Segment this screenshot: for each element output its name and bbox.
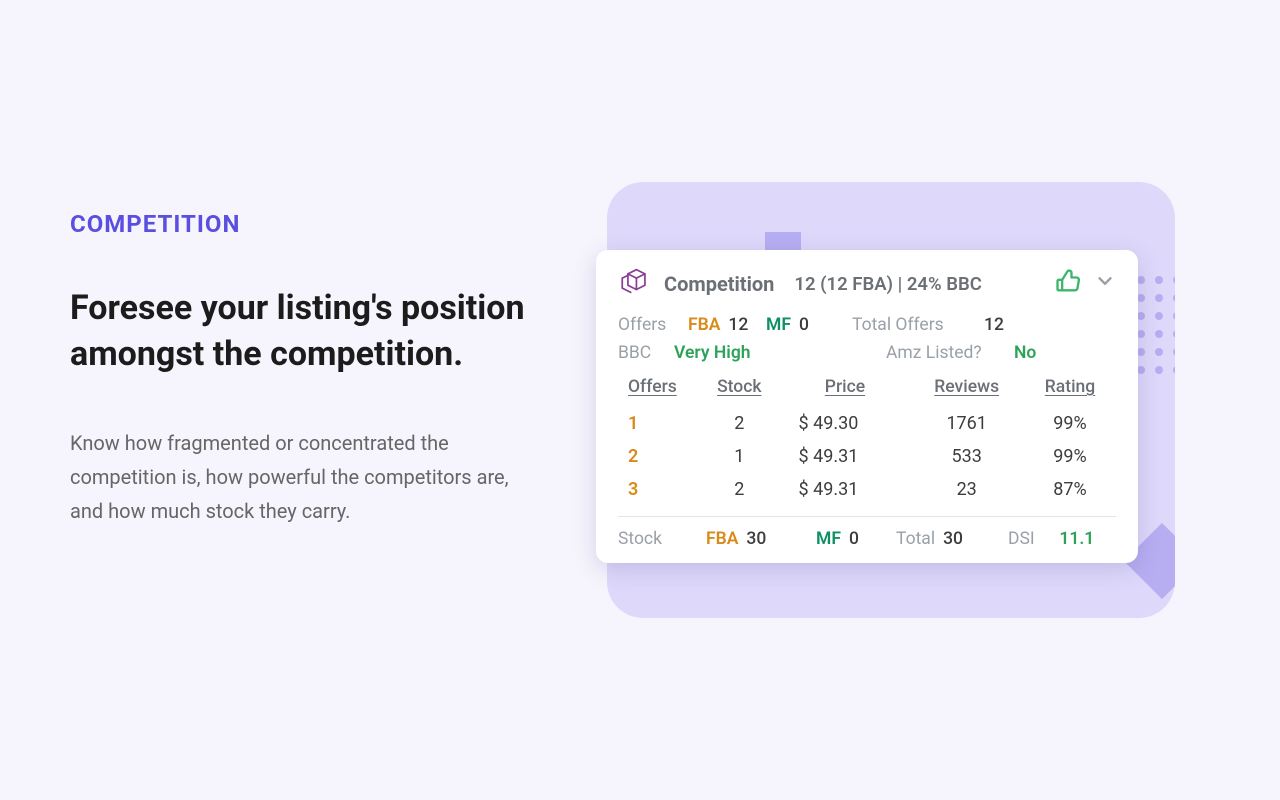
foot-fba-label: FBA bbox=[706, 529, 738, 549]
foot-dsi-value: 11.1 bbox=[1059, 529, 1094, 549]
offers-label: Offers bbox=[618, 315, 666, 335]
table-row: 1 2 $ 49.30 1761 99% bbox=[618, 407, 1116, 440]
total-offers-label: Total Offers bbox=[852, 315, 944, 335]
thumbs-up-icon[interactable] bbox=[1054, 267, 1082, 300]
col-offers[interactable]: Offers bbox=[618, 371, 698, 407]
cell-offer: 2 bbox=[618, 440, 698, 473]
card-summary: 12 (12 FBA) | 24% BBC bbox=[794, 273, 981, 295]
foot-dsi-label: DSI bbox=[1008, 529, 1035, 549]
cell-rating: 99% bbox=[1024, 407, 1116, 440]
foot-mf-label: MF bbox=[816, 529, 841, 549]
foot-fba-value: 30 bbox=[746, 529, 766, 549]
col-rating[interactable]: Rating bbox=[1024, 371, 1116, 407]
cell-rating: 99% bbox=[1024, 440, 1116, 473]
cell-price: $ 49.31 bbox=[781, 473, 910, 506]
cell-reviews: 533 bbox=[909, 440, 1024, 473]
marketing-copy: COMPETITION Foresee your listing's posit… bbox=[70, 210, 530, 528]
offers-table: Offers Stock Price Reviews Rating 1 2 $ … bbox=[618, 371, 1116, 506]
foot-total-value: 30 bbox=[943, 529, 963, 549]
cell-stock: 1 bbox=[698, 440, 781, 473]
chevron-down-icon[interactable] bbox=[1094, 270, 1116, 297]
card-footer: Stock FBA 30 MF 0 Total 30 DSI 11.1 bbox=[618, 516, 1116, 549]
total-offers-value: 12 bbox=[984, 315, 1004, 335]
bbc-label: BBC bbox=[618, 343, 651, 363]
card-title: Competition bbox=[664, 272, 774, 296]
bbc-value: Very High bbox=[674, 343, 751, 363]
foot-total-label: Total bbox=[896, 529, 935, 549]
foot-stock-label: Stock bbox=[618, 529, 662, 549]
offers-summary-row: Offers FBA 12 MF 0 Total Offers 12 bbox=[618, 315, 1116, 335]
section-headline: Foresee your listing's position amongst … bbox=[70, 286, 530, 378]
cell-price: $ 49.31 bbox=[781, 440, 910, 473]
section-body: Know how fragmented or concentrated the … bbox=[70, 426, 530, 528]
cell-reviews: 1761 bbox=[909, 407, 1024, 440]
foot-mf-value: 0 bbox=[849, 529, 859, 549]
col-price[interactable]: Price bbox=[781, 371, 910, 407]
mf-value: 0 bbox=[799, 315, 809, 335]
col-stock[interactable]: Stock bbox=[698, 371, 781, 407]
fba-label: FBA bbox=[688, 315, 720, 335]
table-row: 2 1 $ 49.31 533 99% bbox=[618, 440, 1116, 473]
fba-value: 12 bbox=[728, 315, 748, 335]
cell-offer: 1 bbox=[618, 407, 698, 440]
cell-offer: 3 bbox=[618, 473, 698, 506]
section-eyebrow: COMPETITION bbox=[70, 210, 530, 238]
cell-reviews: 23 bbox=[909, 473, 1024, 506]
mf-label: MF bbox=[766, 315, 791, 335]
table-header-row: Offers Stock Price Reviews Rating bbox=[618, 371, 1116, 407]
box-icon bbox=[618, 266, 652, 301]
amz-listed-label: Amz Listed? bbox=[886, 343, 982, 363]
table-row: 3 2 $ 49.31 23 87% bbox=[618, 473, 1116, 506]
col-reviews[interactable]: Reviews bbox=[909, 371, 1024, 407]
cell-rating: 87% bbox=[1024, 473, 1116, 506]
cell-price: $ 49.30 bbox=[781, 407, 910, 440]
cell-stock: 2 bbox=[698, 407, 781, 440]
cell-stock: 2 bbox=[698, 473, 781, 506]
card-header: Competition 12 (12 FBA) | 24% BBC bbox=[618, 266, 1116, 301]
competition-card: Competition 12 (12 FBA) | 24% BBC Offers… bbox=[596, 250, 1138, 563]
bbc-amz-row: BBC Very High Amz Listed? No bbox=[618, 343, 1116, 363]
amz-listed-value: No bbox=[1014, 343, 1036, 363]
